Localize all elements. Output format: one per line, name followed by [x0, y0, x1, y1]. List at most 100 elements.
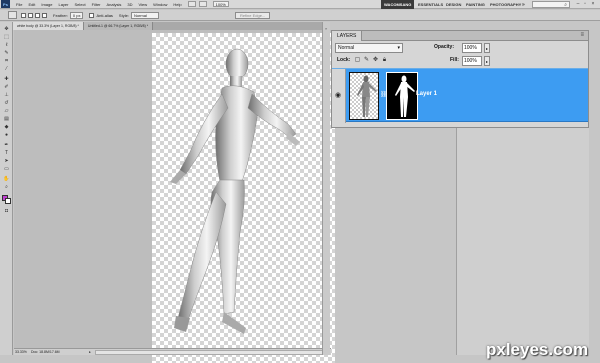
photoshop-logo: Ps: [1, 0, 10, 8]
panel-dock-area: [456, 128, 589, 355]
move-tool-icon[interactable]: ✥: [3, 26, 10, 32]
antialias-label: Anti-alias: [96, 12, 113, 18]
new-selection-icon[interactable]: [21, 12, 26, 18]
opacity-label: Opacity:: [434, 44, 455, 50]
figure-artwork: [170, 48, 300, 334]
refine-edge-button[interactable]: Refine Edge...: [234, 11, 271, 19]
menu-3d[interactable]: 3D: [124, 2, 135, 7]
marquee-tool-icon[interactable]: ⬚: [3, 34, 10, 40]
gradient-tool-icon[interactable]: ▤: [3, 116, 10, 122]
toolbox: ✥ ⬚ ℓ ✎ ⌗ ⁄ ✚ ✐ ⊥ ↺ ▱ ▤ ◆ ● ✒ T ➤ ▭ ✋ ⌕ …: [0, 22, 13, 355]
layer-thumbnail[interactable]: [349, 72, 379, 120]
lasso-tool-icon[interactable]: ℓ: [3, 42, 10, 48]
subtract-selection-icon[interactable]: [35, 12, 40, 18]
close-icon[interactable]: ×: [590, 1, 596, 7]
clone-stamp-tool-icon[interactable]: ⊥: [3, 92, 10, 98]
blend-row: Normal ▾ Opacity: 100% ▸: [332, 42, 590, 55]
tab-untitled-1[interactable]: Untitled-1 @ 66.7% (Layer 1, RGB/8) *: [83, 22, 154, 30]
lock-all-icon[interactable]: 🔒︎: [381, 57, 388, 64]
menu-layer[interactable]: Layer: [55, 2, 71, 7]
path-select-tool-icon[interactable]: ➤: [3, 158, 10, 164]
status-zoom[interactable]: 33.33%: [14, 350, 28, 354]
quick-select-tool-icon[interactable]: ✎: [3, 50, 10, 56]
blend-mode-select[interactable]: Normal ▾: [335, 43, 403, 53]
eyedropper-tool-icon[interactable]: ⁄: [3, 66, 10, 72]
cs-live-search[interactable]: ⌕: [532, 1, 570, 8]
add-selection-icon[interactable]: [28, 12, 33, 18]
panel-grip-icon[interactable]: »: [325, 26, 329, 31]
style-label: Style:: [118, 12, 129, 18]
workspace-painting[interactable]: PAINTING: [466, 0, 485, 9]
dodge-tool-icon[interactable]: ●: [3, 132, 10, 138]
opacity-input[interactable]: 100%: [462, 43, 482, 53]
feather-label: Feather:: [53, 12, 68, 18]
lock-row: Lock: ▢ ✎ ✥ 🔒︎ Fill: 100% ▸: [332, 55, 590, 68]
antialias-checkbox[interactable]: [89, 12, 95, 18]
style-select[interactable]: Normal: [130, 11, 159, 19]
menu-help[interactable]: Help: [170, 2, 184, 7]
history-brush-tool-icon[interactable]: ↺: [3, 100, 10, 106]
photoshop-window: Ps File Edit Image Layer Select Filter A…: [0, 0, 600, 363]
horizontal-scrollbar[interactable]: [95, 349, 328, 355]
blur-tool-icon[interactable]: ◆: [3, 124, 10, 130]
tool-preset-picker[interactable]: [8, 11, 17, 19]
healing-tool-icon[interactable]: ✚: [3, 76, 10, 82]
zoom-tool-icon[interactable]: ⌕: [3, 184, 10, 190]
background-color-swatch[interactable]: [5, 198, 11, 204]
minimize-icon[interactable]: –: [575, 1, 581, 7]
shape-tool-icon[interactable]: ▭: [3, 166, 10, 172]
lock-transparency-icon[interactable]: ▢: [354, 57, 361, 64]
workspace-more-icon[interactable]: »: [522, 0, 525, 9]
bridge-button[interactable]: [187, 1, 196, 7]
lock-pixels-icon[interactable]: ✎: [363, 57, 370, 64]
menu-window[interactable]: Window: [150, 2, 170, 7]
fill-input[interactable]: 100%: [462, 56, 482, 66]
workspace-wacomsang[interactable]: WACOMSANG: [381, 0, 415, 9]
layers-panel: LAYERS ≡ Normal ▾ Opacity: 100% ▸ Lock: …: [331, 30, 589, 128]
status-bar: 33.33% Doc: 18.8M/17.6M ▸: [14, 348, 331, 355]
layer-visibility-toggle[interactable]: ◉: [332, 69, 346, 123]
menu-filter[interactable]: Filter: [89, 2, 104, 7]
menu-select[interactable]: Select: [72, 2, 89, 7]
quick-mask-icon[interactable]: ◘: [3, 208, 10, 214]
workspace-photography[interactable]: PHOTOGRAPHY: [490, 0, 521, 9]
lock-position-icon[interactable]: ✥: [372, 57, 379, 64]
pen-tool-icon[interactable]: ✒: [3, 142, 10, 148]
menu-view[interactable]: View: [136, 2, 151, 7]
feather-input[interactable]: 0 px: [69, 11, 84, 19]
workspace-essentials[interactable]: ESSENTIALS: [418, 0, 443, 9]
panel-menu-icon[interactable]: ≡: [580, 32, 584, 38]
lock-label: Lock:: [337, 57, 351, 63]
collapsed-panel-strip: »: [322, 22, 330, 355]
fill-slider-arrow-icon[interactable]: ▸: [484, 56, 490, 66]
layer-mask-figure: [395, 75, 415, 117]
intersect-selection-icon[interactable]: [42, 12, 47, 18]
menu-file[interactable]: File: [13, 2, 25, 7]
options-bar: Feather: 0 px Anti-alias Style: Normal R…: [0, 10, 600, 21]
hand-tool-icon[interactable]: ✋: [3, 176, 10, 182]
menu-image[interactable]: Image: [38, 2, 55, 7]
type-tool-icon[interactable]: T: [3, 150, 10, 156]
tab-layers[interactable]: LAYERS: [332, 31, 363, 41]
menu-edit[interactable]: Edit: [25, 2, 38, 7]
layer-row-layer-1[interactable]: ◉ ⛓ Layer 1: [332, 68, 588, 123]
zoom-level[interactable]: 100%: [212, 1, 229, 7]
document-tabs: white body @ 33.3% (Layer 1, RGB/8) * Un…: [13, 22, 329, 30]
fill-label: Fill:: [450, 57, 459, 63]
crop-tool-icon[interactable]: ⌗: [3, 58, 10, 64]
layer-name[interactable]: Layer 1: [416, 91, 437, 97]
opacity-slider-arrow-icon[interactable]: ▸: [484, 43, 490, 53]
tab-white-body[interactable]: white body @ 33.3% (Layer 1, RGB/8) *: [13, 22, 84, 30]
workspace-design[interactable]: DESIGN: [446, 0, 461, 9]
chevron-down-icon: ▾: [397, 45, 400, 51]
menu-analysis[interactable]: Analysis: [104, 2, 125, 7]
brush-tool-icon[interactable]: ✐: [3, 84, 10, 90]
status-menu-arrow-icon[interactable]: ▸: [88, 350, 92, 354]
minibridge-button[interactable]: [198, 1, 207, 7]
eraser-tool-icon[interactable]: ▱: [3, 108, 10, 114]
search-icon: ⌕: [564, 2, 567, 8]
layers-panel-tabs: LAYERS ≡: [332, 31, 588, 41]
layer-thumbnail-figure: [357, 75, 377, 117]
restore-icon[interactable]: ▫: [582, 1, 588, 7]
layer-mask-thumbnail[interactable]: [386, 72, 418, 120]
